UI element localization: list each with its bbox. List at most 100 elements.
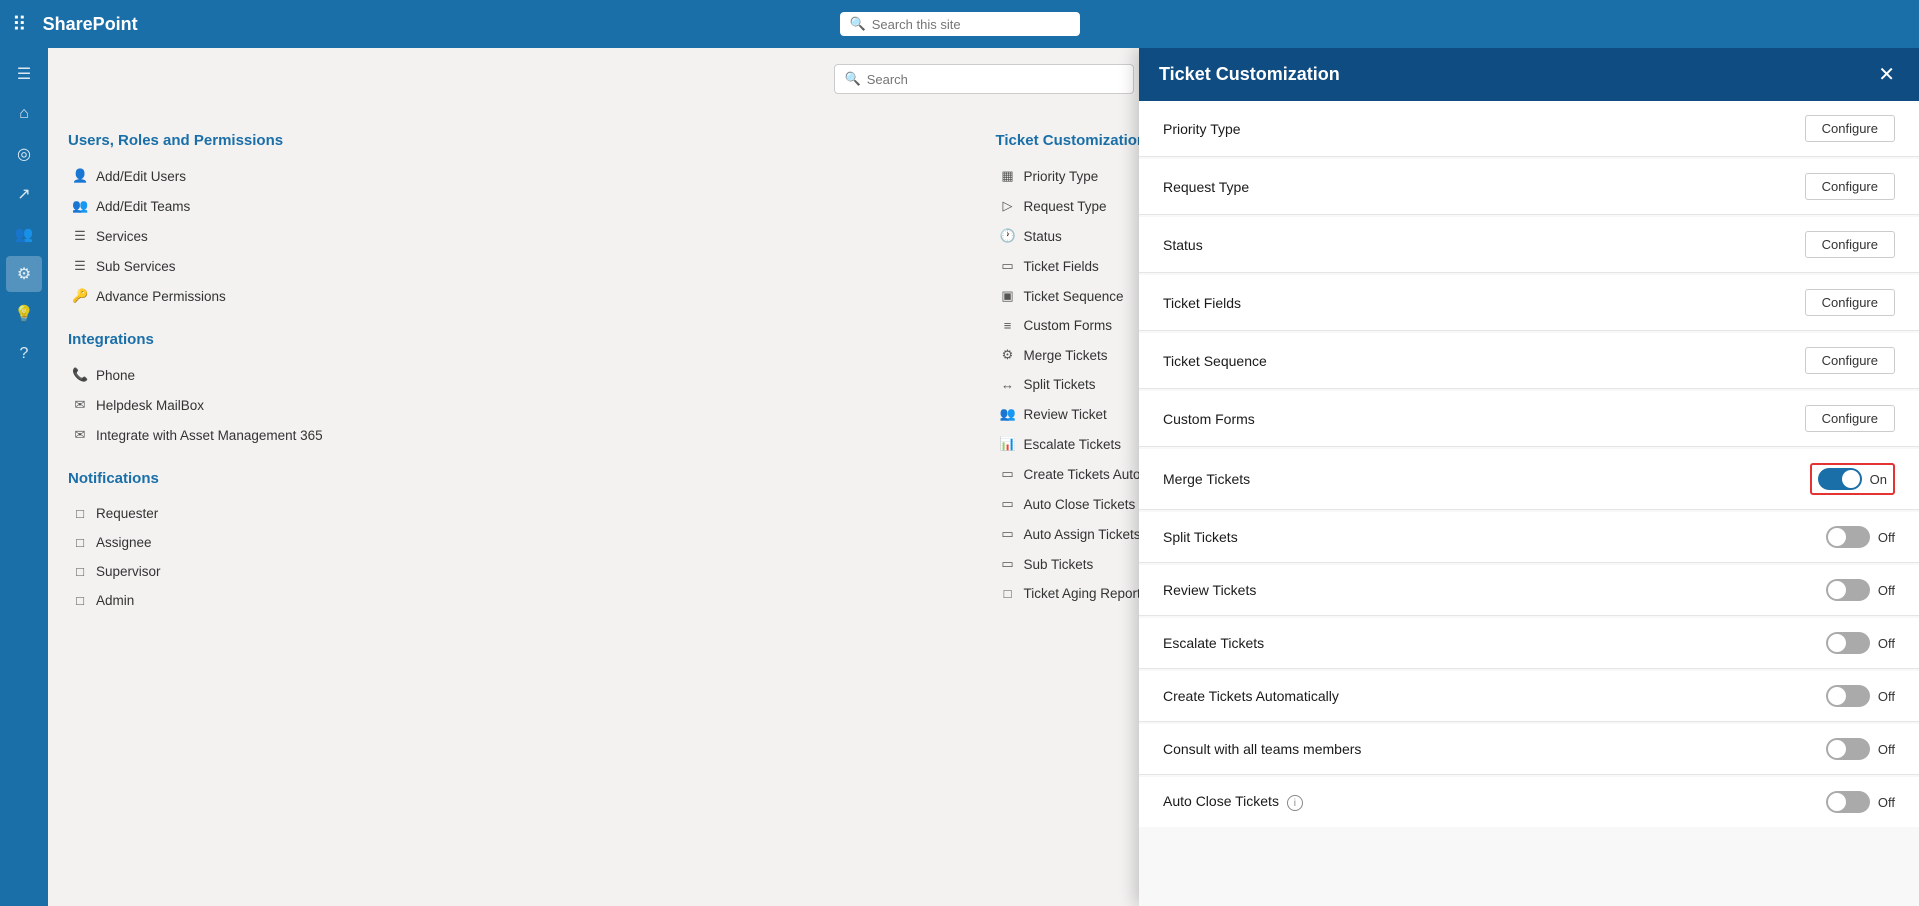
sub-tickets-menu-icon: ▭ xyxy=(1000,556,1016,572)
sidebar-icon-settings[interactable]: ⚙ xyxy=(6,256,42,292)
custom-forms-configure-btn[interactable]: Configure xyxy=(1805,405,1895,432)
top-search-input[interactable] xyxy=(872,17,1070,32)
panel-row-ticket-sequence: Ticket Sequence Configure xyxy=(1139,333,1919,389)
review-ticket-menu-icon: 👥 xyxy=(1000,406,1016,422)
priority-type-menu-icon: ▦ xyxy=(1000,168,1016,184)
review-tickets-toggle-label: Off xyxy=(1878,583,1895,598)
panel-row-escalate-tickets: Escalate Tickets Off xyxy=(1139,618,1919,669)
section-item-sub-services[interactable]: ☰ Sub Services xyxy=(68,251,972,281)
ticket-sequence-label: Ticket Sequence xyxy=(1163,353,1267,369)
request-type-menu-icon: ▷ xyxy=(1000,198,1016,214)
request-type-label: Request Type xyxy=(1163,179,1249,195)
content-search-box: 🔍 xyxy=(834,64,1134,94)
auto-close-tickets-label: Auto Close Tickets i xyxy=(1163,793,1303,812)
status-configure-btn[interactable]: Configure xyxy=(1805,231,1895,258)
custom-forms-label: Custom Forms xyxy=(1163,411,1255,427)
content-search-input[interactable] xyxy=(867,72,1123,87)
auto-close-tickets-toggle[interactable] xyxy=(1826,791,1870,813)
admin-icon: □ xyxy=(72,593,88,608)
top-search-box: 🔍 xyxy=(840,12,1080,36)
escalate-tickets-toggle-label: Off xyxy=(1878,636,1895,651)
ticket-fields-configure-btn[interactable]: Configure xyxy=(1805,289,1895,316)
add-edit-users-icon: 👤 xyxy=(72,168,88,184)
panel-row-review-tickets: Review Tickets Off xyxy=(1139,565,1919,616)
requester-icon: □ xyxy=(72,506,88,521)
layout: ☰ ⌂ ◎ ↗ 👥 ⚙ 💡 ? 🔍 Users, Roles and Permi… xyxy=(0,48,1919,906)
panel-row-consult-teams: Consult with all teams members Off xyxy=(1139,724,1919,775)
asset-mgmt-icon: ✉ xyxy=(72,427,88,443)
add-edit-teams-icon: 👥 xyxy=(72,198,88,214)
section-item-admin[interactable]: □ Admin xyxy=(68,586,972,615)
create-tickets-auto-toggle[interactable] xyxy=(1826,685,1870,707)
review-tickets-label: Review Tickets xyxy=(1163,582,1256,598)
phone-icon: 📞 xyxy=(72,367,88,383)
merge-tickets-toggle[interactable] xyxy=(1818,468,1862,490)
escalate-tickets-label: Escalate Tickets xyxy=(1163,635,1264,651)
ticket-fields-menu-icon: ▭ xyxy=(1000,258,1016,274)
status-menu-icon: 🕐 xyxy=(1000,228,1016,244)
sidebar-icon-hamburger[interactable]: ☰ xyxy=(6,56,42,92)
merge-tickets-toggle-wrap: On xyxy=(1810,463,1895,495)
split-tickets-toggle-wrap: Off xyxy=(1826,526,1895,548)
ticket-customization-panel: Ticket Customization ✕ Priority Type Con… xyxy=(1139,48,1919,906)
section-item-supervisor[interactable]: □ Supervisor xyxy=(68,557,972,586)
section-item-requester[interactable]: □ Requester xyxy=(68,499,972,528)
panel-close-button[interactable]: ✕ xyxy=(1874,62,1899,87)
split-tickets-toggle-label: Off xyxy=(1878,530,1895,545)
assignee-icon: □ xyxy=(72,535,88,550)
status-label: Status xyxy=(1163,237,1203,253)
panel-row-merge-tickets: Merge Tickets On xyxy=(1139,449,1919,510)
sidebar-icon-home[interactable]: ⌂ xyxy=(6,96,42,132)
waffle-icon[interactable]: ⠿ xyxy=(12,12,27,37)
consult-teams-label: Consult with all teams members xyxy=(1163,741,1361,757)
section-item-phone[interactable]: 📞 Phone xyxy=(68,360,972,390)
ticket-sequence-configure-btn[interactable]: Configure xyxy=(1805,347,1895,374)
panel-body: Priority Type Configure Request Type Con… xyxy=(1139,101,1919,906)
brand-name: SharePoint xyxy=(43,14,138,35)
section-item-services[interactable]: ☰ Services xyxy=(68,221,972,251)
sidebar-icon-bulb[interactable]: 💡 xyxy=(6,296,42,332)
sub-services-icon: ☰ xyxy=(72,258,88,274)
auto-close-info-icon[interactable]: i xyxy=(1287,795,1303,811)
panel-row-request-type: Request Type Configure xyxy=(1139,159,1919,215)
merge-tickets-label: Merge Tickets xyxy=(1163,471,1250,487)
section-item-add-edit-users[interactable]: 👤 Add/Edit Users xyxy=(68,161,972,191)
panel-title: Ticket Customization xyxy=(1159,64,1340,85)
review-tickets-toggle[interactable] xyxy=(1826,579,1870,601)
split-tickets-toggle[interactable] xyxy=(1826,526,1870,548)
merge-tickets-toggle-label: On xyxy=(1870,472,1887,487)
split-tickets-label: Split Tickets xyxy=(1163,529,1238,545)
consult-teams-toggle-wrap: Off xyxy=(1826,738,1895,760)
sidebar-icon-globe[interactable]: ◎ xyxy=(6,136,42,172)
panel-row-ticket-fields: Ticket Fields Configure xyxy=(1139,275,1919,331)
custom-forms-menu-icon: ≡ xyxy=(1000,318,1016,333)
section-item-asset-management[interactable]: ✉ Integrate with Asset Management 365 xyxy=(68,420,972,450)
ticket-fields-label: Ticket Fields xyxy=(1163,295,1241,311)
panel-header: Ticket Customization ✕ xyxy=(1139,48,1919,101)
mailbox-icon: ✉ xyxy=(72,397,88,413)
top-search-icon: 🔍 xyxy=(850,16,866,32)
create-tickets-auto-label: Create Tickets Automatically xyxy=(1163,688,1339,704)
panel-row-status: Status Configure xyxy=(1139,217,1919,273)
section-item-helpdesk-mailbox[interactable]: ✉ Helpdesk MailBox xyxy=(68,390,972,420)
sidebar-icon-chart[interactable]: ↗ xyxy=(6,176,42,212)
section-title-integrations: Integrations xyxy=(68,331,972,348)
auto-close-tickets-toggle-label: Off xyxy=(1878,795,1895,810)
section-item-add-edit-teams[interactable]: 👥 Add/Edit Teams xyxy=(68,191,972,221)
panel-row-priority-type: Priority Type Configure xyxy=(1139,101,1919,157)
panel-row-custom-forms: Custom Forms Configure xyxy=(1139,391,1919,447)
escalate-tickets-toggle[interactable] xyxy=(1826,632,1870,654)
request-type-configure-btn[interactable]: Configure xyxy=(1805,173,1895,200)
sidebar-icon-people[interactable]: 👥 xyxy=(6,216,42,252)
section-item-assignee[interactable]: □ Assignee xyxy=(68,528,972,557)
escalate-tickets-toggle-wrap: Off xyxy=(1826,632,1895,654)
consult-teams-toggle[interactable] xyxy=(1826,738,1870,760)
content-search-icon: 🔍 xyxy=(845,71,861,87)
priority-type-configure-btn[interactable]: Configure xyxy=(1805,115,1895,142)
sidebar-icon-help[interactable]: ? xyxy=(6,336,42,372)
section-item-advance-permissions[interactable]: 🔑 Advance Permissions xyxy=(68,281,972,311)
section-title-notifications: Notifications xyxy=(68,470,972,487)
create-tickets-auto-toggle-label: Off xyxy=(1878,689,1895,704)
section-users-roles: Users, Roles and Permissions 👤 Add/Edit … xyxy=(68,132,972,615)
advance-permissions-icon: 🔑 xyxy=(72,288,88,304)
